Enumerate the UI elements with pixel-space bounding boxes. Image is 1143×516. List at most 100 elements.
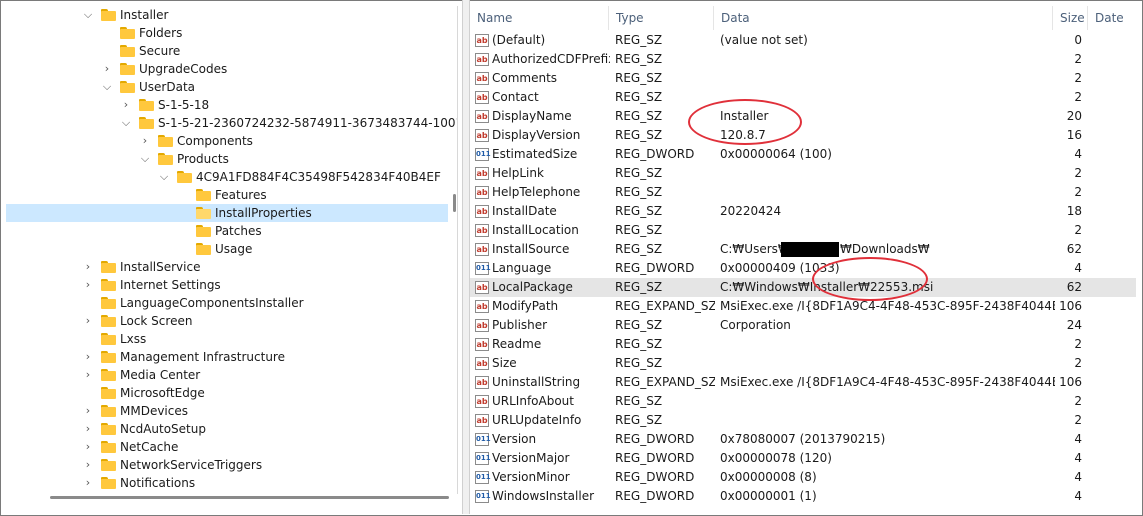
- value-row[interactable]: ab URLInfoAbout REG_SZ 2: [470, 392, 1136, 411]
- value-row[interactable]: ab HelpLink REG_SZ 2: [470, 164, 1136, 183]
- value-row[interactable]: ab Contact REG_SZ 2: [470, 88, 1136, 107]
- value-row[interactable]: ab URLUpdateInfo REG_SZ 2: [470, 411, 1136, 430]
- chevron-right-icon[interactable]: ›: [82, 366, 94, 384]
- values-list: Name Type Data Size Date ab (Default) REG_…: [470, 6, 1136, 508]
- tree-node-label: UpgradeCodes: [139, 62, 228, 76]
- chevron-down-icon[interactable]: ⌵: [101, 78, 113, 96]
- tree-node[interactable]: › NcdAutoSetup: [6, 420, 448, 438]
- column-header-type[interactable]: Type: [609, 6, 714, 30]
- chevron-right-icon[interactable]: ›: [82, 456, 94, 474]
- value-size: 106: [1059, 299, 1082, 313]
- tree-node[interactable]: Patches: [6, 222, 448, 240]
- tree-node[interactable]: Lxss: [6, 330, 448, 348]
- value-row[interactable]: ab Size REG_SZ 2: [470, 354, 1136, 373]
- chevron-down-icon[interactable]: ⌵: [82, 6, 94, 24]
- chevron-right-icon[interactable]: ›: [82, 348, 94, 366]
- value-row[interactable]: 011 VersionMinor REG_DWORD 0x00000008 (8) 4: [470, 468, 1136, 487]
- tree-node[interactable]: ⌵ S-1-5-21-2360724232-5874911-3673483744-…: [6, 114, 457, 132]
- tree-node[interactable]: › Management Infrastructure: [6, 348, 448, 366]
- value-data: MsiExec.exe /I{8DF1A9C4-4F48-453C-895F-2…: [720, 375, 1055, 389]
- value-type: REG_SZ: [615, 356, 663, 370]
- tree-node[interactable]: LanguageComponentsInstaller: [6, 294, 448, 312]
- chevron-down-icon[interactable]: ⌵: [158, 168, 170, 186]
- tree-horizontal-scrollbar[interactable]: [50, 496, 449, 499]
- value-row[interactable]: ab HelpTelephone REG_SZ 2: [470, 183, 1136, 202]
- tree-node[interactable]: › NetCache: [6, 438, 448, 456]
- value-row[interactable]: ab InstallSource REG_SZ C:₩Users₩ 62 ₩Downloa…: [470, 240, 1136, 259]
- tree-node[interactable]: Secure: [6, 42, 448, 60]
- tree-node[interactable]: ⌵ 4C9A1FD884F4C35498F542834F40B4EF: [6, 168, 448, 186]
- redaction-bar: [781, 242, 839, 257]
- folder-icon: [101, 423, 116, 435]
- value-data: C:₩Windows₩Installer₩22553.msi: [720, 280, 934, 294]
- value-row[interactable]: ab InstallDate REG_SZ 20220424 18: [470, 202, 1136, 221]
- value-size: 2: [1074, 90, 1082, 104]
- column-header-data[interactable]: Data: [714, 6, 1053, 30]
- value-row[interactable]: ab ModifyPath REG_EXPAND_SZ MsiExec.exe /I{…: [470, 297, 1136, 316]
- folder-icon: [101, 315, 116, 327]
- tree-node[interactable]: › Components: [6, 132, 448, 150]
- value-name: VersionMajor: [492, 451, 570, 465]
- chevron-right-icon[interactable]: ›: [82, 420, 94, 438]
- chevron-down-icon[interactable]: ⌵: [139, 150, 151, 168]
- tree-node[interactable]: › Internet Settings: [6, 276, 448, 294]
- chevron-right-icon[interactable]: ›: [82, 438, 94, 456]
- value-row[interactable]: ab UninstallString REG_EXPAND_SZ MsiExec.ex…: [470, 373, 1136, 392]
- value-row[interactable]: 011 EstimatedSize REG_DWORD 0x00000064 (100…: [470, 145, 1136, 164]
- value-row[interactable]: 011 WindowsInstaller REG_DWORD 0x00000001 (…: [470, 487, 1136, 506]
- chevron-right-icon[interactable]: ›: [139, 132, 151, 150]
- tree-node[interactable]: Features: [6, 186, 448, 204]
- tree-node[interactable]: Folders: [6, 24, 448, 42]
- chevron-right-icon[interactable]: ›: [82, 258, 94, 276]
- value-row[interactable]: ab LocalPackage REG_SZ C:₩Windows₩Installer…: [470, 278, 1136, 297]
- value-row[interactable]: ab DisplayVersion REG_SZ 120.8.7 16: [470, 126, 1136, 145]
- string-value-icon: ab: [475, 34, 489, 47]
- tree-node[interactable]: › Notifications: [6, 474, 448, 492]
- registry-key-tree[interactable]: ⌵ Installer Folders Secure › UpgradeCodes ⌵ Use…: [6, 6, 458, 494]
- chevron-right-icon[interactable]: ›: [120, 96, 132, 114]
- tree-node[interactable]: › UpgradeCodes: [6, 60, 448, 78]
- tree-node[interactable]: › MMDevices: [6, 402, 448, 420]
- value-row[interactable]: 011 Language REG_DWORD 0x00000409 (1033) 4: [470, 259, 1136, 278]
- tree-vertical-scrollbar[interactable]: [453, 194, 456, 212]
- tree-node-label: Folders: [139, 26, 183, 40]
- value-data: 0x00000001 (1): [720, 489, 817, 503]
- string-value-icon: ab: [475, 300, 489, 313]
- folder-icon: [196, 225, 211, 237]
- tree-node[interactable]: › InstallService: [6, 258, 448, 276]
- value-row[interactable]: ab AuthorizedCDFPrefix REG_SZ 2: [470, 50, 1136, 69]
- value-name: VersionMinor: [492, 470, 570, 484]
- chevron-down-icon[interactable]: ⌵: [120, 114, 132, 132]
- value-row[interactable]: ab DisplayName REG_SZ Installer 20: [470, 107, 1136, 126]
- chevron-right-icon[interactable]: ›: [82, 312, 94, 330]
- value-row[interactable]: 011 VersionMajor REG_DWORD 0x00000078 (120)…: [470, 449, 1136, 468]
- value-name: DisplayName: [492, 109, 572, 123]
- tree-node[interactable]: › Media Center: [6, 366, 448, 384]
- column-header-size[interactable]: Size: [1053, 6, 1088, 30]
- column-header-date[interactable]: Date: [1088, 6, 1136, 30]
- tree-node[interactable]: ⌵ Installer: [6, 6, 448, 24]
- value-name: Comments: [492, 71, 558, 85]
- tree-node[interactable]: InstallProperties: [6, 204, 448, 222]
- value-row[interactable]: 011 Version REG_DWORD 0x78080007 (201379021…: [470, 430, 1136, 449]
- column-header-name[interactable]: Name: [470, 6, 609, 30]
- value-size: 18: [1066, 204, 1082, 218]
- value-row[interactable]: ab (Default) REG_SZ (value not set) 0: [470, 31, 1136, 50]
- pane-splitter[interactable]: [462, 0, 470, 514]
- value-row[interactable]: ab Comments REG_SZ 2: [470, 69, 1136, 88]
- tree-node[interactable]: › NetworkServiceTriggers: [6, 456, 448, 474]
- chevron-right-icon[interactable]: ›: [82, 474, 94, 492]
- chevron-right-icon[interactable]: ›: [101, 60, 113, 78]
- tree-node[interactable]: › S-1-5-18: [6, 96, 448, 114]
- tree-node[interactable]: ⌵ UserData: [6, 78, 448, 96]
- value-row[interactable]: ab InstallLocation REG_SZ 2: [470, 221, 1136, 240]
- chevron-right-icon[interactable]: ›: [82, 402, 94, 420]
- chevron-right-icon[interactable]: ›: [82, 276, 94, 294]
- tree-node[interactable]: › Lock Screen: [6, 312, 448, 330]
- folder-icon: [101, 279, 116, 291]
- value-row[interactable]: ab Readme REG_SZ 2: [470, 335, 1136, 354]
- tree-node[interactable]: MicrosoftEdge: [6, 384, 448, 402]
- tree-node[interactable]: Usage: [6, 240, 448, 258]
- tree-node[interactable]: ⌵ Products: [6, 150, 448, 168]
- value-row[interactable]: ab Publisher REG_SZ Corporation 24: [470, 316, 1136, 335]
